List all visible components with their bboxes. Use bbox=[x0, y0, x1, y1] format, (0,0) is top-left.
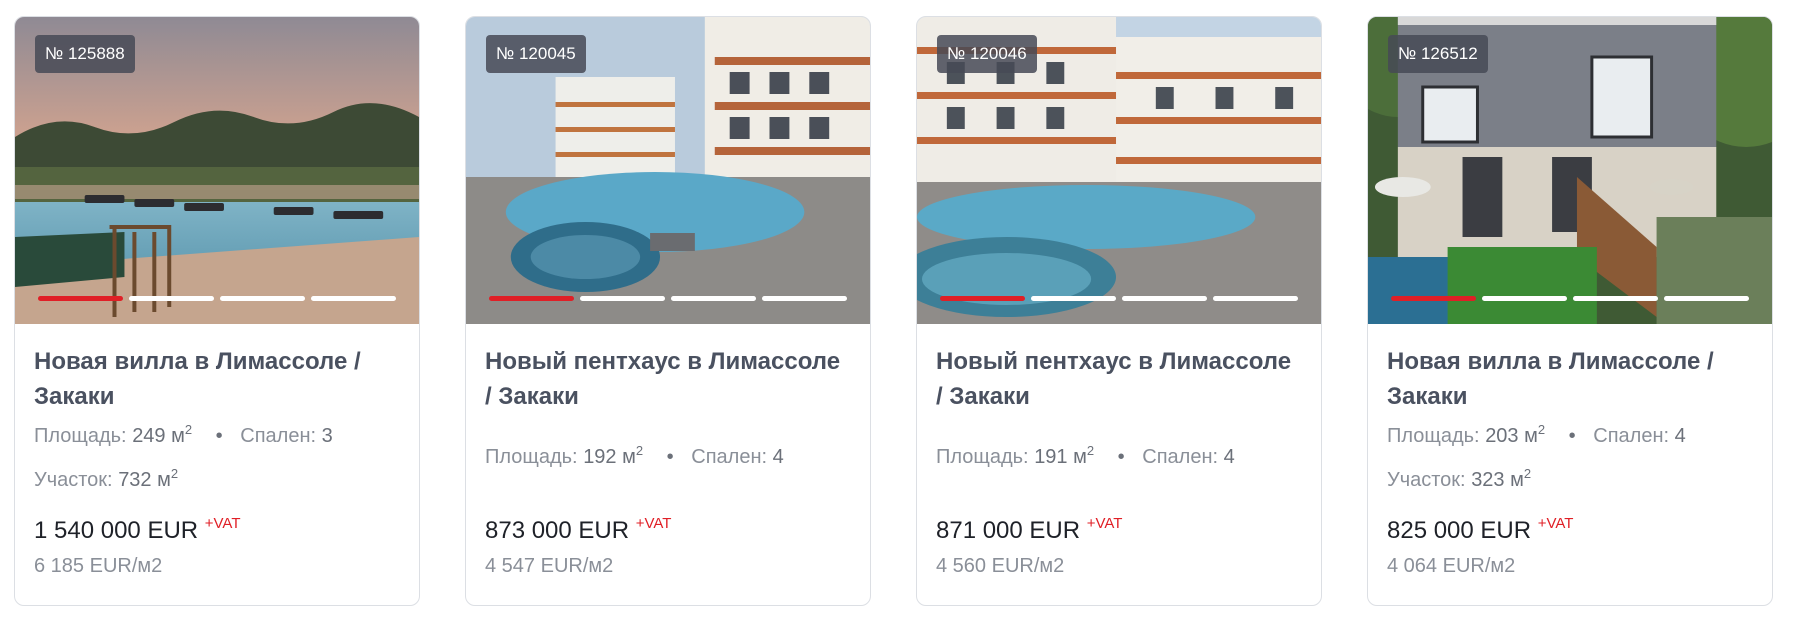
bedrooms-value: 4 bbox=[1223, 446, 1235, 468]
slider-segment[interactable] bbox=[1482, 296, 1567, 301]
bedrooms-value: 4 bbox=[1674, 425, 1686, 447]
vat-badge: +VAT bbox=[1086, 515, 1123, 532]
area-value: 249 м2 bbox=[132, 422, 193, 447]
property-card[interactable]: № 120045 Новый пентхаус в Лимассоле / За… bbox=[465, 16, 871, 606]
plot-value: 732 м2 bbox=[118, 466, 179, 491]
area-label: Площадь: bbox=[485, 446, 578, 468]
slider-segment[interactable] bbox=[489, 296, 574, 301]
property-photo[interactable]: № 120046 bbox=[917, 17, 1321, 324]
slider-segment[interactable] bbox=[129, 296, 214, 301]
photo-slider-indicator[interactable] bbox=[38, 296, 396, 301]
slider-segment[interactable] bbox=[1664, 296, 1749, 301]
spec-row: Площадь: 191 м2 • Спален: 4 bbox=[936, 443, 1302, 489]
price-value: 873 000 EUR bbox=[485, 517, 630, 544]
separator-dot: • bbox=[1117, 446, 1125, 468]
property-card[interactable]: № 126512 Новая вилла в Лимассоле / Закак… bbox=[1367, 16, 1773, 606]
vat-badge: +VAT bbox=[1537, 515, 1574, 532]
area-label: Площадь: bbox=[1387, 425, 1480, 447]
slider-segment[interactable] bbox=[220, 296, 305, 301]
listing-id-badge: № 120046 bbox=[937, 35, 1037, 73]
separator-dot: • bbox=[1568, 425, 1576, 447]
slider-segment[interactable] bbox=[580, 296, 665, 301]
bedrooms-label: Спален: bbox=[240, 425, 317, 447]
slider-segment[interactable] bbox=[1122, 296, 1207, 301]
area-label: Площадь: bbox=[34, 425, 127, 447]
bedrooms-label: Спален: bbox=[1142, 446, 1219, 468]
spec-row: Площадь: 192 м2 • Спален: 4 bbox=[485, 443, 851, 489]
plot-value: 323 м2 bbox=[1471, 466, 1532, 491]
spec-row: Площадь: 249 м2 • Спален: 3 bbox=[34, 422, 400, 468]
slider-segment[interactable] bbox=[1573, 296, 1658, 301]
area-label: Площадь: bbox=[936, 446, 1029, 468]
property-photo[interactable]: № 120045 bbox=[466, 17, 870, 324]
price: 871 000 EUR +VAT bbox=[936, 516, 1302, 546]
photo-slider-indicator[interactable] bbox=[940, 296, 1298, 301]
bedrooms-value: 4 bbox=[772, 446, 784, 468]
slider-segment[interactable] bbox=[671, 296, 756, 301]
price: 1 540 000 EUR +VAT bbox=[34, 516, 400, 546]
listing-id-badge: № 120045 bbox=[486, 35, 586, 73]
price-per-m2: 4 064 EUR/м2 bbox=[1387, 555, 1516, 577]
separator-dot: • bbox=[666, 446, 674, 468]
price: 825 000 EUR +VAT bbox=[1387, 516, 1753, 546]
property-title[interactable]: Новая вилла в Лимассоле / Закаки bbox=[1387, 344, 1753, 414]
price-per-m2: 4 547 EUR/м2 bbox=[485, 555, 614, 577]
spec-row: Участок: 323 м2 bbox=[1387, 466, 1753, 512]
photo-slider-indicator[interactable] bbox=[489, 296, 847, 301]
property-title[interactable]: Новая вилла в Лимассоле / Закаки bbox=[34, 344, 400, 414]
price: 873 000 EUR +VAT bbox=[485, 516, 851, 546]
photo-slider-indicator[interactable] bbox=[1391, 296, 1749, 301]
slider-segment[interactable] bbox=[940, 296, 1025, 301]
area-value: 191 м2 bbox=[1034, 443, 1095, 468]
price-per-m2: 4 560 EUR/м2 bbox=[936, 555, 1065, 577]
price-value: 825 000 EUR bbox=[1387, 517, 1532, 544]
area-value: 203 м2 bbox=[1485, 422, 1546, 447]
area-value: 192 м2 bbox=[583, 443, 644, 468]
separator-dot: • bbox=[215, 425, 223, 447]
price-per-m2: 6 185 EUR/м2 bbox=[34, 555, 163, 577]
property-card[interactable]: № 125888 Новая вилла в Лимассоле / Закак… bbox=[14, 16, 420, 606]
property-title[interactable]: Новый пентхаус в Лимассоле / Закаки bbox=[485, 344, 851, 414]
slider-segment[interactable] bbox=[1031, 296, 1116, 301]
property-photo[interactable]: № 125888 bbox=[15, 17, 419, 324]
price-value: 1 540 000 EUR bbox=[34, 517, 199, 544]
vat-badge: +VAT bbox=[635, 515, 672, 532]
slider-segment[interactable] bbox=[311, 296, 396, 301]
slider-segment[interactable] bbox=[1391, 296, 1476, 301]
listing-id-badge: № 125888 bbox=[35, 35, 135, 73]
bedrooms-value: 3 bbox=[321, 425, 333, 447]
slider-segment[interactable] bbox=[38, 296, 123, 301]
property-card-list: № 125888 Новая вилла в Лимассоле / Закак… bbox=[14, 16, 1773, 606]
property-card[interactable]: № 120046 Новый пентхаус в Лимассоле / За… bbox=[916, 16, 1322, 606]
plot-label: Участок: bbox=[34, 469, 113, 491]
bedrooms-label: Спален: bbox=[691, 446, 768, 468]
bedrooms-label: Спален: bbox=[1593, 425, 1670, 447]
spec-row: Площадь: 203 м2 • Спален: 4 bbox=[1387, 422, 1753, 468]
plot-label: Участок: bbox=[1387, 469, 1466, 491]
listing-id-badge: № 126512 bbox=[1388, 35, 1488, 73]
property-title[interactable]: Новый пентхаус в Лимассоле / Закаки bbox=[936, 344, 1302, 414]
slider-segment[interactable] bbox=[762, 296, 847, 301]
price-value: 871 000 EUR bbox=[936, 517, 1081, 544]
vat-badge: +VAT bbox=[204, 515, 241, 532]
spec-row: Участок: 732 м2 bbox=[34, 466, 400, 512]
property-photo[interactable]: № 126512 bbox=[1368, 17, 1772, 324]
slider-segment[interactable] bbox=[1213, 296, 1298, 301]
